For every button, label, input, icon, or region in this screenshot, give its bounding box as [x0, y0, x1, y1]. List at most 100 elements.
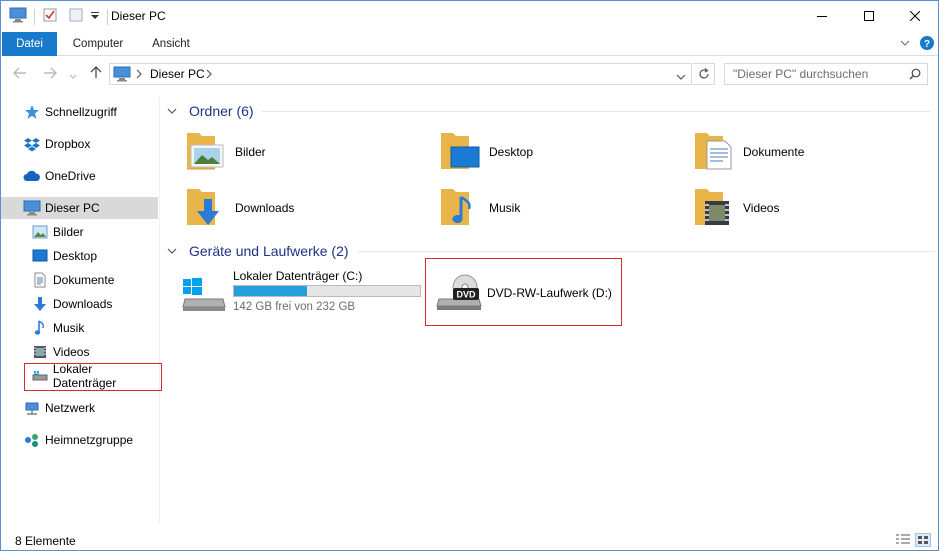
- chevron-down-icon: [69, 74, 77, 79]
- desktop-icon: [31, 247, 49, 265]
- forward-button[interactable]: [43, 66, 57, 82]
- drive-usage-bar: [233, 285, 421, 297]
- video-icon: [31, 343, 49, 361]
- chevron-down-icon: [167, 248, 177, 254]
- sidebar-item-dieser-pc[interactable]: Dieser PC: [1, 197, 158, 219]
- search-icon[interactable]: [909, 68, 921, 83]
- maximize-button[interactable]: [846, 1, 892, 31]
- refresh-icon: [698, 68, 709, 79]
- address-row: Dieser PC: [1, 57, 938, 91]
- dropbox-icon: [23, 135, 41, 153]
- sidebar-item-onedrive[interactable]: OneDrive: [1, 165, 158, 187]
- pane-divider[interactable]: [159, 97, 160, 523]
- folder-tile-musik[interactable]: Musik: [439, 183, 520, 233]
- tab-ansicht[interactable]: Ansicht: [139, 32, 203, 56]
- sidebar-item-label: Downloads: [53, 297, 113, 311]
- sidebar-item-dropbox[interactable]: Dropbox: [1, 133, 158, 155]
- sidebar-item-schnellzugriff[interactable]: Schnellzugriff: [1, 101, 158, 123]
- sidebar-item-heimnetzgruppe[interactable]: Heimnetzgruppe: [1, 429, 158, 451]
- sidebar-item-label: Musik: [53, 321, 85, 335]
- expand-ribbon-icon[interactable]: [899, 37, 911, 52]
- svg-text:?: ?: [924, 39, 930, 50]
- back-arrow-icon: [13, 67, 26, 79]
- music-icon: [31, 319, 49, 337]
- windows-drive-icon: [181, 277, 227, 316]
- address-dropdown-icon[interactable]: [676, 70, 686, 84]
- sidebar-item-videos[interactable]: Videos: [1, 341, 158, 363]
- folder-label: Dokumente: [743, 145, 805, 159]
- folder-label: Musik: [489, 201, 521, 215]
- sidebar-item-label: Dokumente: [53, 273, 115, 287]
- refresh-button[interactable]: [693, 63, 715, 85]
- sidebar-item-dokumente[interactable]: Dokumente: [1, 269, 158, 291]
- cloud-icon: [23, 167, 41, 185]
- folder-tile-bilder[interactable]: Bilder: [185, 127, 266, 177]
- new-folder-icon[interactable]: [68, 7, 84, 26]
- download-icon: [31, 295, 49, 313]
- help-icon[interactable]: ?: [919, 35, 935, 54]
- group-divider: [356, 250, 935, 252]
- document-icon: [31, 271, 49, 289]
- maximize-icon: [864, 11, 874, 21]
- sidebar-item-bilder[interactable]: Bilder: [1, 221, 158, 243]
- pictures-folder-icon: [185, 129, 227, 176]
- documents-folder-icon: [693, 129, 735, 176]
- sidebar-item-label: Videos: [53, 345, 90, 359]
- sidebar-item-label: Dieser PC: [45, 201, 100, 215]
- search-input[interactable]: [733, 64, 903, 84]
- search-box[interactable]: [724, 63, 928, 85]
- sidebar-item-label: Desktop: [53, 249, 98, 263]
- back-button[interactable]: [13, 66, 27, 82]
- music-folder-icon: [439, 185, 481, 232]
- up-arrow-icon: [90, 66, 102, 78]
- drive-usage-fill: [234, 286, 307, 296]
- folder-tile-downloads[interactable]: Downloads: [185, 183, 294, 233]
- status-bar: 8 Elemente: [1, 530, 938, 550]
- address-bar[interactable]: Dieser PC: [109, 63, 692, 85]
- network-icon: [23, 399, 41, 417]
- customize-qat-icon[interactable]: [90, 9, 100, 24]
- sidebar-item-desktop[interactable]: Desktop: [1, 245, 158, 267]
- chevron-down-icon: [167, 108, 177, 114]
- tab-computer[interactable]: Computer: [61, 32, 135, 56]
- group-title: Ordner (6): [189, 103, 254, 119]
- folder-tile-videos[interactable]: Videos: [693, 183, 779, 233]
- star-icon: [23, 103, 41, 121]
- folder-label: Videos: [743, 201, 780, 215]
- sidebar-item-downloads[interactable]: Downloads: [1, 293, 158, 315]
- breadcrumb-separator-icon[interactable]: [135, 68, 143, 82]
- recent-locations-button[interactable]: [69, 68, 77, 84]
- highlight-box-sidebar: [24, 363, 162, 391]
- item-count: 8 Elemente: [15, 534, 76, 548]
- details-view-icon[interactable]: [895, 533, 911, 547]
- group-divider: [261, 110, 930, 112]
- title-bar: Dieser PC: [1, 1, 938, 32]
- folder-label: Desktop: [489, 145, 534, 159]
- folder-label: Bilder: [235, 145, 266, 159]
- breadcrumb-dieser-pc[interactable]: Dieser PC: [150, 67, 205, 81]
- computer-icon: [9, 7, 27, 26]
- close-icon: [910, 11, 920, 21]
- minimize-button[interactable]: [799, 1, 845, 31]
- folder-tile-desktop[interactable]: Desktop: [439, 127, 533, 177]
- close-button[interactable]: [892, 1, 938, 31]
- group-header-ordner[interactable]: Ordner (6): [167, 101, 930, 121]
- tab-datei[interactable]: Datei: [2, 32, 57, 56]
- drive-free-space: 142 GB frei von 232 GB: [233, 301, 356, 313]
- tiles-view-icon[interactable]: [915, 533, 931, 547]
- downloads-folder-icon: [185, 185, 227, 232]
- sidebar-item-label: Bilder: [53, 225, 84, 239]
- breadcrumb-separator-icon[interactable]: [205, 68, 213, 82]
- properties-icon[interactable]: [42, 7, 58, 26]
- forward-arrow-icon: [44, 67, 57, 79]
- desktop-folder-icon: [439, 129, 481, 176]
- sidebar-item-label: Netzwerk: [45, 401, 96, 415]
- sidebar-item-label: OneDrive: [45, 169, 96, 183]
- monitor-icon: [23, 199, 41, 217]
- sidebar-item-netzwerk[interactable]: Netzwerk: [1, 397, 158, 419]
- up-button[interactable]: [89, 65, 103, 82]
- explorer-window: Dieser PC Datei Computer Ansicht ? Diese…: [0, 0, 939, 551]
- sidebar-item-musik[interactable]: Musik: [1, 317, 158, 339]
- folder-tile-dokumente[interactable]: Dokumente: [693, 127, 804, 177]
- computer-icon: [113, 66, 131, 85]
